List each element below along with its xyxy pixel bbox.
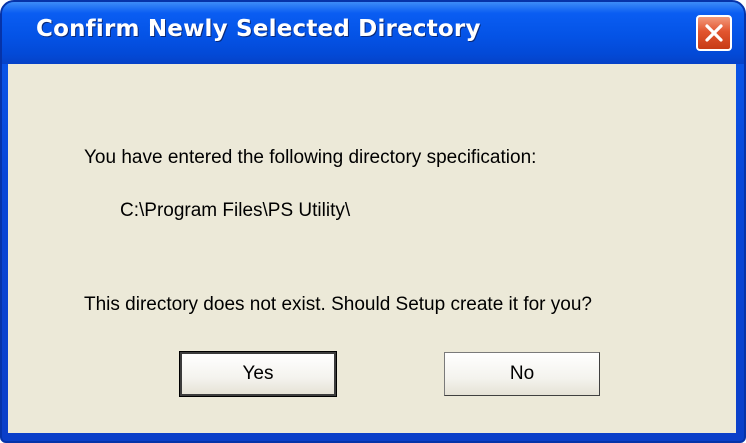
close-x-icon [705, 24, 723, 42]
directory-path: C:\Program Files\PS Utility\ [120, 200, 351, 221]
title-bar[interactable]: Confirm Newly Selected Directory [2, 2, 744, 64]
yes-button[interactable]: Yes [179, 351, 337, 397]
message-line-entered: You have entered the following directory… [84, 147, 537, 168]
confirm-directory-dialog: Confirm Newly Selected Directory You hav… [0, 0, 746, 443]
no-button[interactable]: No [444, 352, 600, 396]
message-line-question: This directory does not exist. Should Se… [84, 294, 592, 315]
yes-button-label: Yes [242, 363, 274, 384]
dialog-title: Confirm Newly Selected Directory [36, 16, 481, 42]
dialog-body: You have entered the following directory… [8, 64, 736, 433]
no-button-label: No [509, 363, 535, 384]
close-button[interactable] [696, 15, 732, 51]
